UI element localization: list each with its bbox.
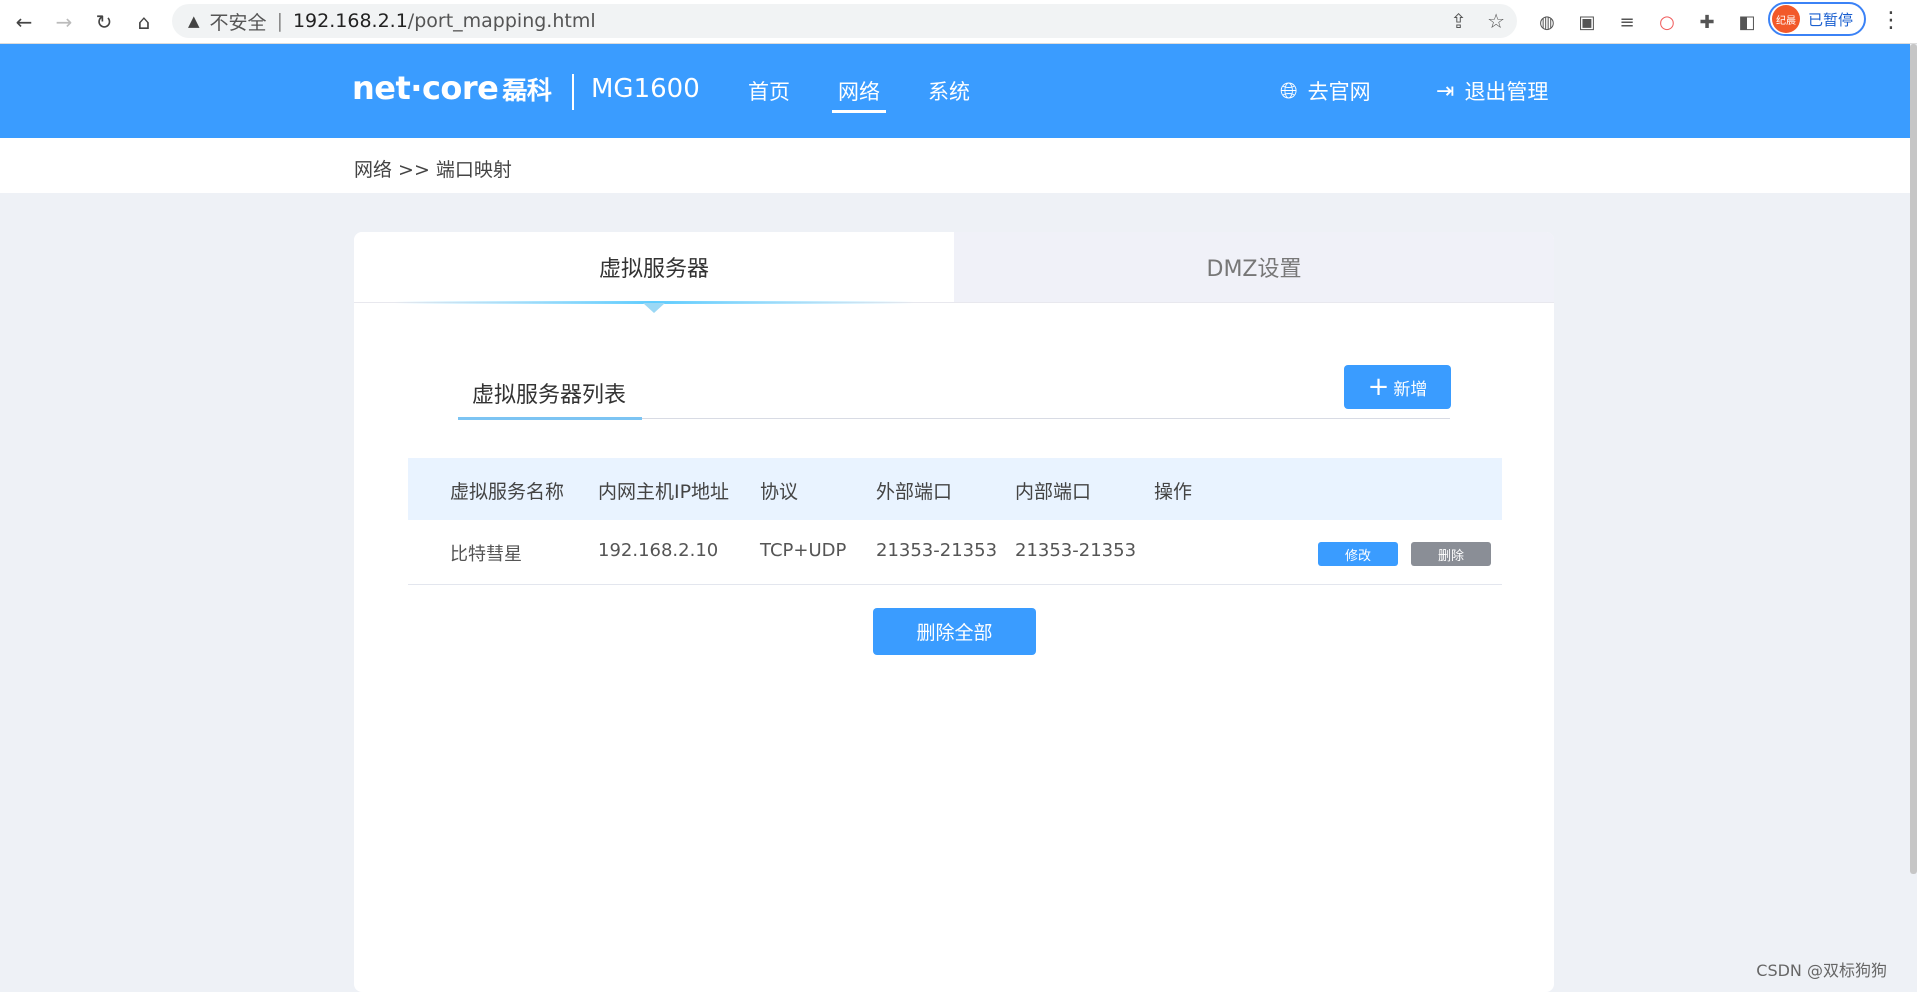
col-internal-port: 内部端口 [1015, 481, 1092, 503]
logout-link[interactable]: ⇥ 退出管理 [1436, 76, 1548, 106]
reload-icon[interactable]: ↻ [90, 8, 118, 36]
col-name: 虚拟服务名称 [450, 481, 565, 503]
extensions-puzzle-icon[interactable]: ✚ [1694, 9, 1720, 35]
add-button[interactable]: + 新增 [1344, 365, 1451, 409]
extension-translate-icon[interactable]: ≡ [1614, 9, 1640, 35]
delete-button[interactable]: 删除 [1411, 542, 1491, 566]
official-site-link[interactable]: 🌐︎ 去官网 [1280, 76, 1371, 106]
address-separator: | [276, 10, 283, 32]
cell-name: 比特彗星 [450, 544, 522, 565]
delete-all-button[interactable]: 删除全部 [873, 608, 1036, 655]
home-icon[interactable]: ⌂ [130, 8, 158, 36]
avatar: 纪晨 [1772, 5, 1800, 33]
list-title-underline [458, 417, 642, 420]
cell-internal-port: 21353-21353 [1015, 540, 1137, 561]
col-external-port: 外部端口 [876, 481, 953, 503]
profile-status: 已暂停 [1808, 10, 1854, 29]
nav-system[interactable]: 系统 [928, 76, 970, 106]
watermark: CSDN @双标狗狗 [1756, 961, 1887, 980]
list-title: 虚拟服务器列表 [472, 383, 627, 408]
nav-active-indicator [832, 110, 886, 113]
side-panel-icon[interactable]: ◧ [1734, 9, 1760, 35]
breadcrumb-bar: 网络 >> 端口映射 [0, 138, 1910, 193]
model-name: MG1600 [591, 74, 700, 104]
tab-dmz[interactable]: DMZ设置 [954, 232, 1554, 302]
tab-virtual-server[interactable]: 虚拟服务器 [354, 232, 954, 302]
netcore-logo: net·core 磊科 [352, 69, 552, 107]
col-actions: 操作 [1154, 481, 1193, 503]
url-text[interactable]: 192.168.2.1/port_mapping.html [293, 10, 596, 32]
col-ip: 内网主机IP地址 [598, 481, 730, 503]
bookmark-star-icon[interactable]: ☆ [1487, 9, 1505, 33]
forward-icon[interactable]: → [50, 8, 78, 36]
logo-divider [572, 74, 574, 110]
router-header: net·core 磊科 MG1600 首页 网络 系统 🌐︎ 去官网 ⇥ 退出管理 [0, 44, 1910, 138]
logout-icon: ⇥ [1436, 78, 1455, 104]
breadcrumb: 网络 >> 端口映射 [354, 159, 512, 181]
table-header: 虚拟服务名称 内网主机IP地址 协议 外部端口 内部端口 操作 [408, 458, 1502, 520]
globe-icon: 🌐︎ [1280, 78, 1298, 104]
warning-icon: ▲ [188, 12, 200, 30]
cell-ip: 192.168.2.10 [598, 540, 719, 561]
edit-button[interactable]: 修改 [1318, 542, 1398, 566]
cell-external-port: 21353-21353 [876, 540, 998, 561]
security-label: 不安全 [209, 11, 267, 34]
profile-button[interactable]: 纪晨 已暂停 [1768, 2, 1866, 36]
extension-tabs-icon[interactable]: ▣ [1574, 9, 1600, 35]
port-mapping-panel: 虚拟服务器 DMZ设置 虚拟服务器列表 + 新增 虚拟服务名称 内网主机IP地址… [354, 232, 1554, 992]
browser-menu-icon[interactable]: ⋮ [1880, 8, 1902, 33]
address-bar[interactable]: ▲ 不安全 | 192.168.2.1/port_mapping.html ⇪ … [172, 4, 1517, 38]
extension-globe-icon[interactable]: ◍ [1534, 9, 1560, 35]
col-protocol: 协议 [760, 481, 799, 503]
back-icon[interactable]: ← [10, 8, 38, 36]
nav-home[interactable]: 首页 [748, 76, 790, 106]
browser-toolbar: ← → ↻ ⌂ ▲ 不安全 | 192.168.2.1/port_mapping… [0, 0, 1917, 44]
extension-ring-icon[interactable]: ○ [1654, 9, 1680, 35]
page-scrollbar[interactable] [1910, 44, 1917, 874]
plus-icon: + [1367, 372, 1390, 402]
cell-protocol: TCP+UDP [760, 540, 847, 561]
nav-network[interactable]: 网络 [838, 76, 880, 106]
share-icon[interactable]: ⇪ [1450, 9, 1467, 33]
tab-active-arrow [643, 303, 665, 313]
